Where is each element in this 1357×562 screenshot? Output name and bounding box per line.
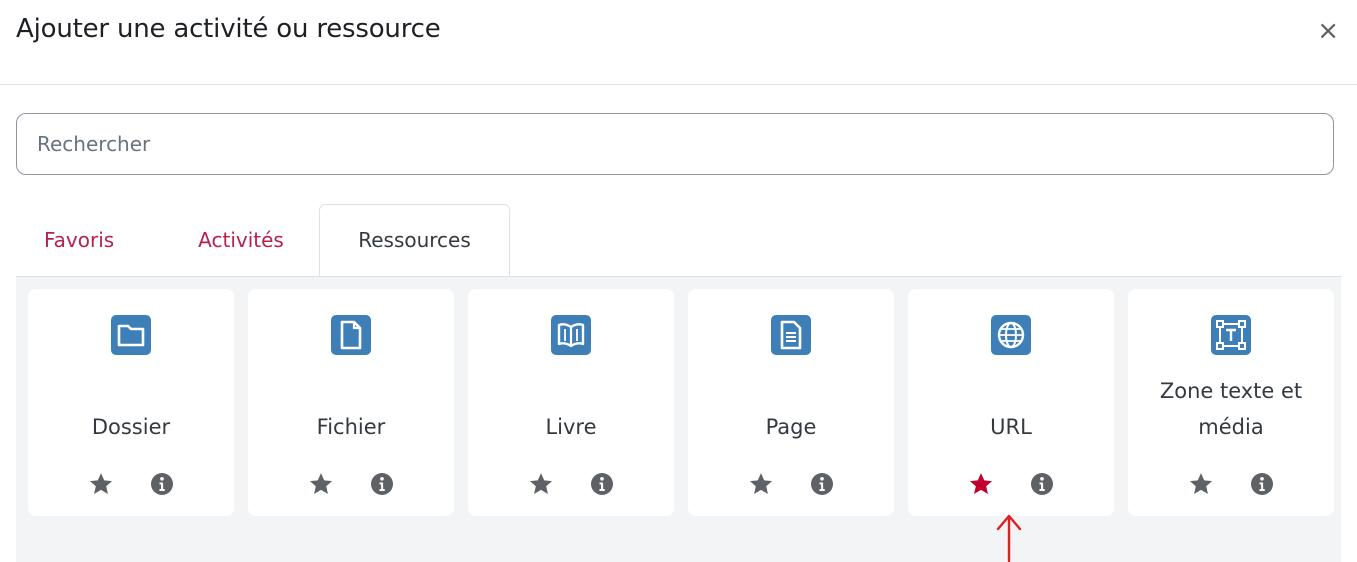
star-icon[interactable] bbox=[1188, 471, 1214, 497]
book-icon bbox=[551, 315, 591, 355]
resource-label: Livre bbox=[545, 415, 597, 439]
resource-label: Page bbox=[765, 415, 817, 439]
resource-card-livre[interactable]: Livre bbox=[468, 289, 674, 516]
star-icon[interactable] bbox=[88, 471, 114, 497]
resource-card-dossier[interactable]: Dossier bbox=[28, 289, 234, 516]
resource-label: URL bbox=[990, 415, 1032, 439]
file-icon bbox=[331, 315, 371, 355]
folder-icon bbox=[111, 315, 151, 355]
info-icon[interactable] bbox=[370, 472, 394, 496]
tab-ressources[interactable]: Ressources bbox=[319, 204, 510, 276]
star-icon-favorite[interactable] bbox=[968, 471, 994, 497]
dialog-title: Ajouter une activité ou ressource bbox=[16, 14, 441, 44]
annotation-arrow-icon bbox=[996, 514, 1022, 562]
info-icon[interactable] bbox=[1250, 472, 1274, 496]
tab-bar: Favoris Activités Ressources bbox=[16, 204, 1341, 277]
info-icon[interactable] bbox=[590, 472, 614, 496]
tab-favoris[interactable]: Favoris bbox=[24, 204, 144, 275]
info-icon[interactable] bbox=[150, 472, 174, 496]
star-icon[interactable] bbox=[308, 471, 334, 497]
resource-label: Dossier bbox=[91, 415, 171, 439]
text-media-icon bbox=[1211, 315, 1251, 355]
resource-card-fichier[interactable]: Fichier bbox=[248, 289, 454, 516]
star-icon[interactable] bbox=[748, 471, 774, 497]
resource-label: Zone texte et média bbox=[1159, 379, 1303, 439]
resource-label: Fichier bbox=[316, 415, 386, 439]
resources-panel: Dossier Fichier Livre Page URL Zone text… bbox=[16, 277, 1341, 562]
globe-icon bbox=[991, 315, 1031, 355]
tab-activites[interactable]: Activités bbox=[171, 204, 311, 275]
resource-card-zone-texte[interactable]: Zone texte et média bbox=[1128, 289, 1334, 516]
resource-card-page[interactable]: Page bbox=[688, 289, 894, 516]
search-input[interactable] bbox=[16, 113, 1334, 175]
resource-card-url[interactable]: URL bbox=[908, 289, 1114, 516]
info-icon[interactable] bbox=[1030, 472, 1054, 496]
star-icon[interactable] bbox=[528, 471, 554, 497]
page-icon bbox=[771, 315, 811, 355]
info-icon[interactable] bbox=[810, 472, 834, 496]
dialog-header: Ajouter une activité ou ressource × bbox=[0, 0, 1357, 85]
close-icon[interactable]: × bbox=[1317, 18, 1339, 44]
